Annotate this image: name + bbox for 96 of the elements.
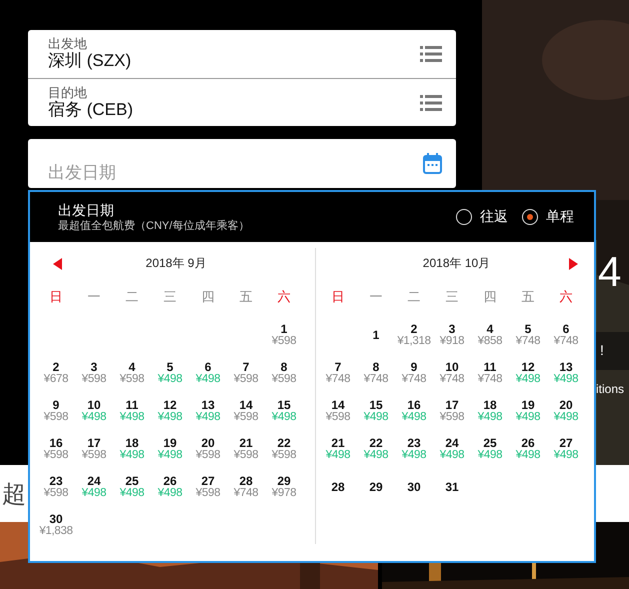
field-value: 深圳 (SZX): [48, 51, 132, 71]
day-cell[interactable]: 10 ¥498: [75, 392, 113, 430]
day-cell[interactable]: 16 ¥598: [37, 430, 75, 468]
day-cell[interactable]: 5 ¥748: [509, 316, 547, 354]
day-cell[interactable]: 6 ¥498: [189, 354, 227, 392]
day-cell[interactable]: 31: [433, 468, 471, 506]
list-icon[interactable]: [420, 46, 442, 62]
day-cell[interactable]: 22 ¥598: [265, 430, 303, 468]
day-cell[interactable]: 14 ¥598: [319, 392, 357, 430]
day-cell[interactable]: 20 ¥598: [189, 430, 227, 468]
day-cell[interactable]: 28: [319, 468, 357, 506]
day-cell[interactable]: 2 ¥678: [37, 354, 75, 392]
weekday-label: 四: [482, 288, 498, 306]
section-heading: 超: [2, 478, 26, 510]
day-cell[interactable]: 7 ¥598: [227, 354, 265, 392]
day-cell[interactable]: 4 ¥858: [471, 316, 509, 354]
weekday-label: 一: [86, 288, 102, 306]
panel-title: 出发日期: [58, 200, 115, 218]
day-cell[interactable]: 17 ¥598: [75, 430, 113, 468]
weekday-label: 六: [276, 288, 292, 306]
day-cell[interactable]: 28 ¥748: [227, 468, 265, 506]
weekday-label: 五: [520, 288, 536, 306]
trip-type-radio[interactable]: 往返: [456, 208, 508, 226]
day-cell[interactable]: 1 ¥598: [265, 316, 303, 354]
day-cell[interactable]: 10 ¥748: [433, 354, 471, 392]
day-cell[interactable]: 5 ¥498: [151, 354, 189, 392]
day-cell[interactable]: 30: [395, 468, 433, 506]
day-cell[interactable]: 12 ¥498: [151, 392, 189, 430]
day-cell[interactable]: 21 ¥498: [319, 430, 357, 468]
day-cell[interactable]: 8 ¥598: [265, 354, 303, 392]
day-cell[interactable]: 12 ¥498: [509, 354, 547, 392]
next-month-icon[interactable]: [569, 258, 578, 270]
weekday-label: 日: [48, 288, 64, 306]
day-cell[interactable]: 29 ¥978: [265, 468, 303, 506]
day-cell[interactable]: 24 ¥498: [433, 430, 471, 468]
day-cell[interactable]: 29: [357, 468, 395, 506]
day-cell[interactable]: 30 ¥1,838: [37, 506, 75, 544]
field-label: 出发地: [48, 37, 88, 51]
banner-text: !: [600, 342, 604, 358]
day-cell[interactable]: 15 ¥498: [357, 392, 395, 430]
day-cell[interactable]: 13 ¥498: [547, 354, 585, 392]
day-cell[interactable]: 9 ¥748: [395, 354, 433, 392]
panel-subtitle: 最超值全包航费（CNY/每位成年乘客）: [58, 218, 250, 234]
day-cell[interactable]: 13 ¥498: [189, 392, 227, 430]
airport-field[interactable]: 目的地 宿务 (CEB): [28, 78, 456, 126]
day-cell[interactable]: 2 ¥1,318: [395, 316, 433, 354]
weekday-label: 二: [406, 288, 422, 306]
weekday-label: 三: [444, 288, 460, 306]
trip-type-radio[interactable]: 单程: [522, 208, 574, 226]
weekday-label: 二: [124, 288, 140, 306]
month-title: 2018年 10月: [422, 254, 490, 272]
day-cell[interactable]: 25 ¥498: [113, 468, 151, 506]
day-cell[interactable]: 27 ¥598: [189, 468, 227, 506]
day-cell[interactable]: 14 ¥598: [227, 392, 265, 430]
day-cell[interactable]: 24 ¥498: [75, 468, 113, 506]
calendar-icon[interactable]: [423, 153, 442, 174]
day-cell[interactable]: 25 ¥498: [471, 430, 509, 468]
day-cell[interactable]: 16 ¥498: [395, 392, 433, 430]
day-cell[interactable]: 1: [357, 316, 395, 354]
weekday-label: 一: [368, 288, 384, 306]
weekday-label: 五: [238, 288, 254, 306]
banner-text: itions: [596, 382, 624, 396]
day-cell[interactable]: 9 ¥598: [37, 392, 75, 430]
day-cell[interactable]: 4 ¥598: [113, 354, 151, 392]
list-icon[interactable]: [420, 94, 442, 110]
day-cell[interactable]: 23 ¥498: [395, 430, 433, 468]
day-cell[interactable]: 11 ¥748: [471, 354, 509, 392]
weekday-label: 四: [200, 288, 216, 306]
day-cell[interactable]: 11 ¥498: [113, 392, 151, 430]
day-cell[interactable]: 19 ¥498: [151, 430, 189, 468]
day-cell[interactable]: 27 ¥498: [547, 430, 585, 468]
day-cell[interactable]: 21 ¥598: [227, 430, 265, 468]
day-cell[interactable]: 15 ¥498: [265, 392, 303, 430]
field-value: 宿务 (CEB): [48, 100, 133, 120]
day-cell[interactable]: 7 ¥748: [319, 354, 357, 392]
day-cell[interactable]: 3 ¥918: [433, 316, 471, 354]
airport-field[interactable]: 出发地 深圳 (SZX): [28, 30, 456, 78]
banner-number: 4: [598, 250, 622, 294]
previous-month-icon[interactable]: [53, 258, 62, 270]
month-title: 2018年 9月: [146, 254, 206, 272]
day-cell[interactable]: 19 ¥498: [509, 392, 547, 430]
day-cell[interactable]: 22 ¥498: [357, 430, 395, 468]
day-cell[interactable]: 6 ¥748: [547, 316, 585, 354]
day-cell[interactable]: 20 ¥498: [547, 392, 585, 430]
day-cell[interactable]: 8 ¥748: [357, 354, 395, 392]
day-cell[interactable]: 26 ¥498: [509, 430, 547, 468]
day-cell[interactable]: 18 ¥498: [113, 430, 151, 468]
day-cell[interactable]: 17 ¥598: [433, 392, 471, 430]
day-cell[interactable]: 18 ¥498: [471, 392, 509, 430]
field-label: 目的地: [48, 86, 88, 100]
weekday-label: 三: [162, 288, 178, 306]
weekday-label: 六: [558, 288, 574, 306]
day-cell[interactable]: 3 ¥598: [75, 354, 113, 392]
day-cell[interactable]: 26 ¥498: [151, 468, 189, 506]
day-cell[interactable]: 23 ¥598: [37, 468, 75, 506]
weekday-label: 日: [330, 288, 346, 306]
